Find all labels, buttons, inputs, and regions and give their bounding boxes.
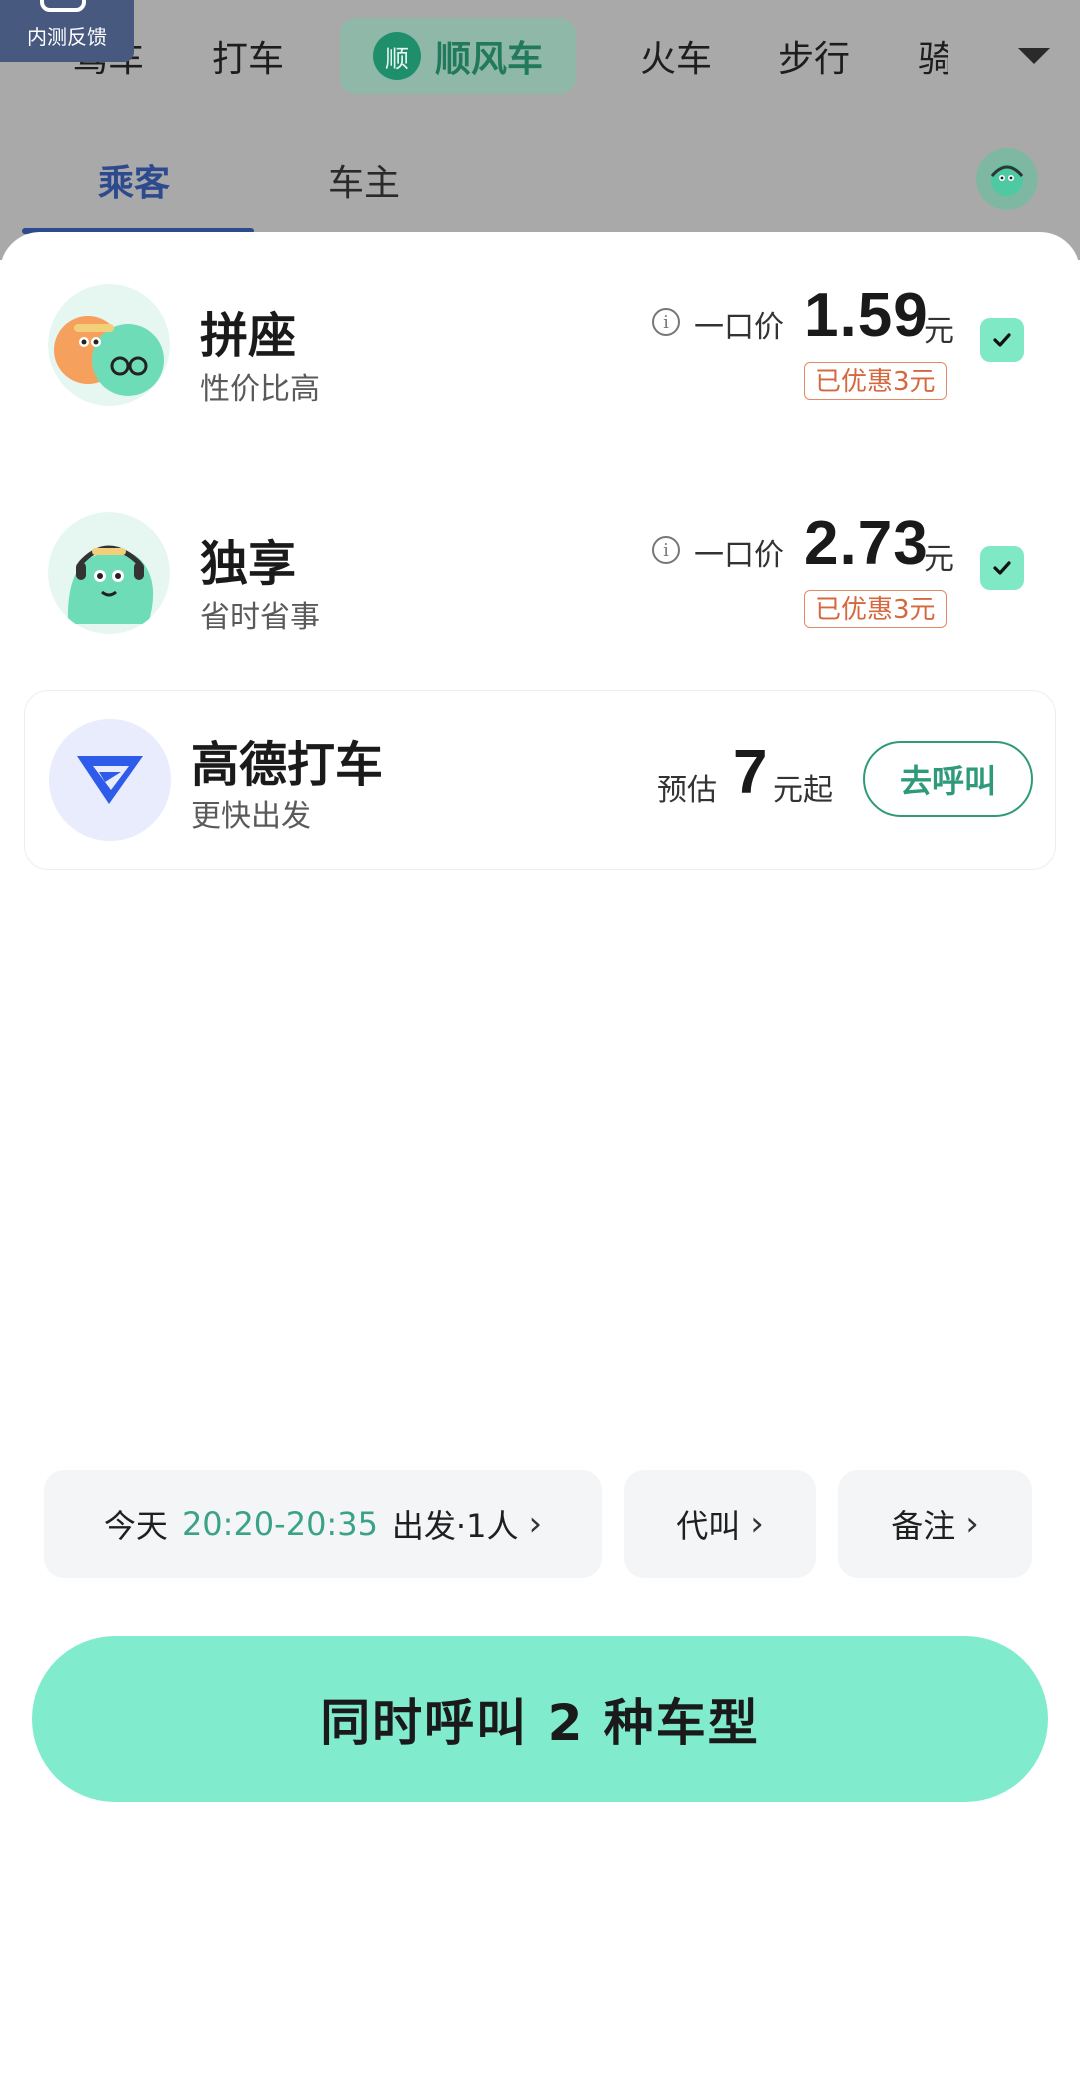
note-chip[interactable]: 备注 › xyxy=(838,1470,1032,1578)
carpool-mascot-icon xyxy=(48,284,170,406)
ride-subtitle: 性价比高 xyxy=(200,372,320,407)
proxy-call-chip[interactable]: 代叫 › xyxy=(624,1470,816,1578)
departure-time-chip[interactable]: 今天 20:20-20:35 出发·1人 › xyxy=(44,1470,602,1578)
price-unit: 元 xyxy=(924,542,954,577)
chevron-right-icon: › xyxy=(750,1504,764,1544)
call-both-button[interactable]: 同时呼叫 2 种车型 xyxy=(32,1636,1048,1802)
nav-rideshare-label: 顺风车 xyxy=(434,39,543,80)
role-tabs: 乘客 车主 xyxy=(0,138,1080,234)
go-call-button[interactable]: 去呼叫 xyxy=(863,741,1033,817)
estimate-label: 预估 xyxy=(657,773,717,808)
mascot-avatar-icon[interactable] xyxy=(976,148,1038,210)
chevron-right-icon: › xyxy=(528,1504,543,1544)
exclusive-mascot-icon xyxy=(48,512,170,634)
top-header: 内测反馈 驾车 打车 顺 顺风车 火车 步行 骑 乘客 车主 xyxy=(0,0,1080,260)
ride-option-exclusive[interactable]: 独享 省时省事 i 一口价 2.73 元 已优惠3元 xyxy=(0,509,1080,652)
checkbox-checked-icon[interactable] xyxy=(980,546,1024,590)
note-label: 备注 xyxy=(891,1507,956,1545)
gaode-logo-icon xyxy=(49,719,171,841)
estimate-unit: 元起 xyxy=(773,773,833,808)
feedback-label: 内测反馈 xyxy=(27,25,107,49)
chevron-right-icon: › xyxy=(965,1504,979,1544)
discount-badge: 已优惠3元 xyxy=(804,362,947,400)
ride-subtitle: 省时省事 xyxy=(200,600,320,635)
feedback-icon xyxy=(40,0,86,12)
rideshare-icon: 顺 xyxy=(372,32,421,80)
info-icon[interactable]: i xyxy=(652,536,680,564)
tab-driver[interactable]: 车主 xyxy=(328,154,400,206)
nav-rideshare[interactable]: 顺 顺风车 xyxy=(340,18,576,94)
chevron-down-icon[interactable] xyxy=(1018,48,1050,64)
nav-walk[interactable]: 步行 xyxy=(778,30,850,82)
price-value: 2.73 xyxy=(804,509,929,578)
info-icon[interactable]: i xyxy=(652,308,680,336)
price-label: 一口价 xyxy=(694,538,784,573)
price-unit: 元 xyxy=(924,314,954,349)
nav-taxi[interactable]: 打车 xyxy=(212,30,284,82)
estimate-value: 7 xyxy=(733,738,768,807)
ride-options-sheet: 拼座 性价比高 i 一口价 1.59 元 已优惠3元 独享 省时省事 i 一口价… xyxy=(0,232,1080,2088)
proxy-label: 代叫 xyxy=(676,1507,741,1545)
tab-passenger[interactable]: 乘客 xyxy=(98,154,170,206)
gaode-subtitle: 更快出发 xyxy=(191,799,311,834)
feedback-button[interactable]: 内测反馈 xyxy=(0,0,134,62)
discount-badge: 已优惠3元 xyxy=(804,590,947,628)
ride-title: 独享 xyxy=(200,536,297,592)
time-suffix: 出发·1人 xyxy=(391,1507,519,1545)
transport-mode-nav: 驾车 打车 顺 顺风车 火车 步行 骑 xyxy=(0,18,1080,98)
gaode-taxi-card[interactable]: 高德打车 更快出发 预估 7 元起 去呼叫 xyxy=(24,690,1056,870)
time-range: 20:20-20:35 xyxy=(181,1505,378,1543)
checkbox-checked-icon[interactable] xyxy=(980,318,1024,362)
nav-bike[interactable]: 骑 xyxy=(918,30,948,82)
time-prefix: 今天 xyxy=(103,1507,168,1545)
price-label: 一口价 xyxy=(694,310,784,345)
gaode-title: 高德打车 xyxy=(191,737,384,793)
price-value: 1.59 xyxy=(804,281,929,350)
ride-title: 拼座 xyxy=(200,308,297,364)
nav-train[interactable]: 火车 xyxy=(640,30,712,82)
ride-option-carpool[interactable]: 拼座 性价比高 i 一口价 1.59 元 已优惠3元 xyxy=(0,281,1080,424)
